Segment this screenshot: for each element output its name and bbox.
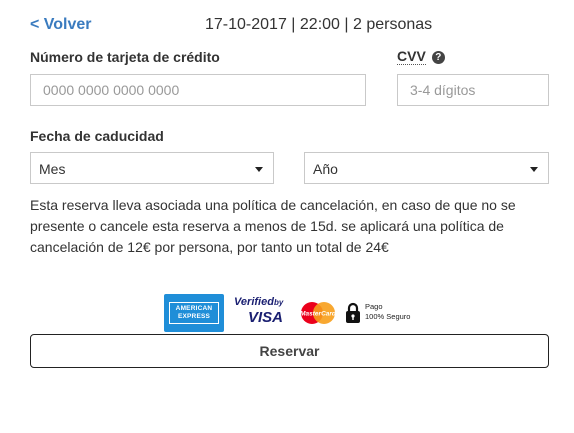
vbv-verified: Verified: [234, 296, 274, 308]
mastercard-logo: MasterCard: [300, 302, 337, 324]
cvv-label: CVV: [397, 48, 426, 65]
vbv-by: by: [273, 298, 284, 307]
expiry-date-label: Fecha de caducidad: [30, 128, 164, 144]
reserve-button[interactable]: Reservar: [30, 334, 549, 368]
cvv-label-group: CVV ?: [397, 49, 445, 65]
secure-payment-badge: Pago 100% Seguro: [345, 302, 425, 326]
amex-line2: EXPRESS: [177, 313, 211, 320]
chevron-down-icon: [530, 167, 538, 172]
chevron-down-icon: [255, 167, 263, 172]
card-number-input[interactable]: [30, 74, 366, 106]
mastercard-text: MasterCard: [300, 311, 337, 318]
year-select-value: Año: [313, 161, 338, 177]
back-link[interactable]: < Volver: [30, 16, 92, 34]
card-number-label: Número de tarjeta de crédito: [30, 49, 220, 65]
booking-summary: 17-10-2017 | 22:00 | 2 personas: [205, 16, 433, 33]
cvv-input[interactable]: [397, 74, 549, 106]
month-select-value: Mes: [39, 161, 66, 177]
amex-line1: AMERICAN: [175, 305, 213, 312]
month-select[interactable]: Mes: [30, 152, 274, 184]
year-select[interactable]: Año: [304, 152, 549, 184]
secure-line1: Pago: [365, 302, 383, 311]
american-express-logo: AMERICAN EXPRESS: [164, 294, 224, 332]
question-circle-icon[interactable]: ?: [431, 50, 445, 64]
verified-by-visa-logo: Verifiedby VISA: [234, 296, 292, 330]
top-bar: < Volver 17-10-2017 | 22:00 | 2 personas: [30, 16, 550, 38]
vbv-visa: VISA: [248, 309, 284, 326]
lock-icon: [346, 302, 360, 323]
payment-logos: AMERICAN EXPRESS Verifiedby VISA MasterC…: [164, 294, 424, 332]
cancellation-policy-text: Esta reserva lleva asociada una política…: [30, 197, 516, 255]
secure-line2: 100% Seguro: [365, 312, 411, 321]
